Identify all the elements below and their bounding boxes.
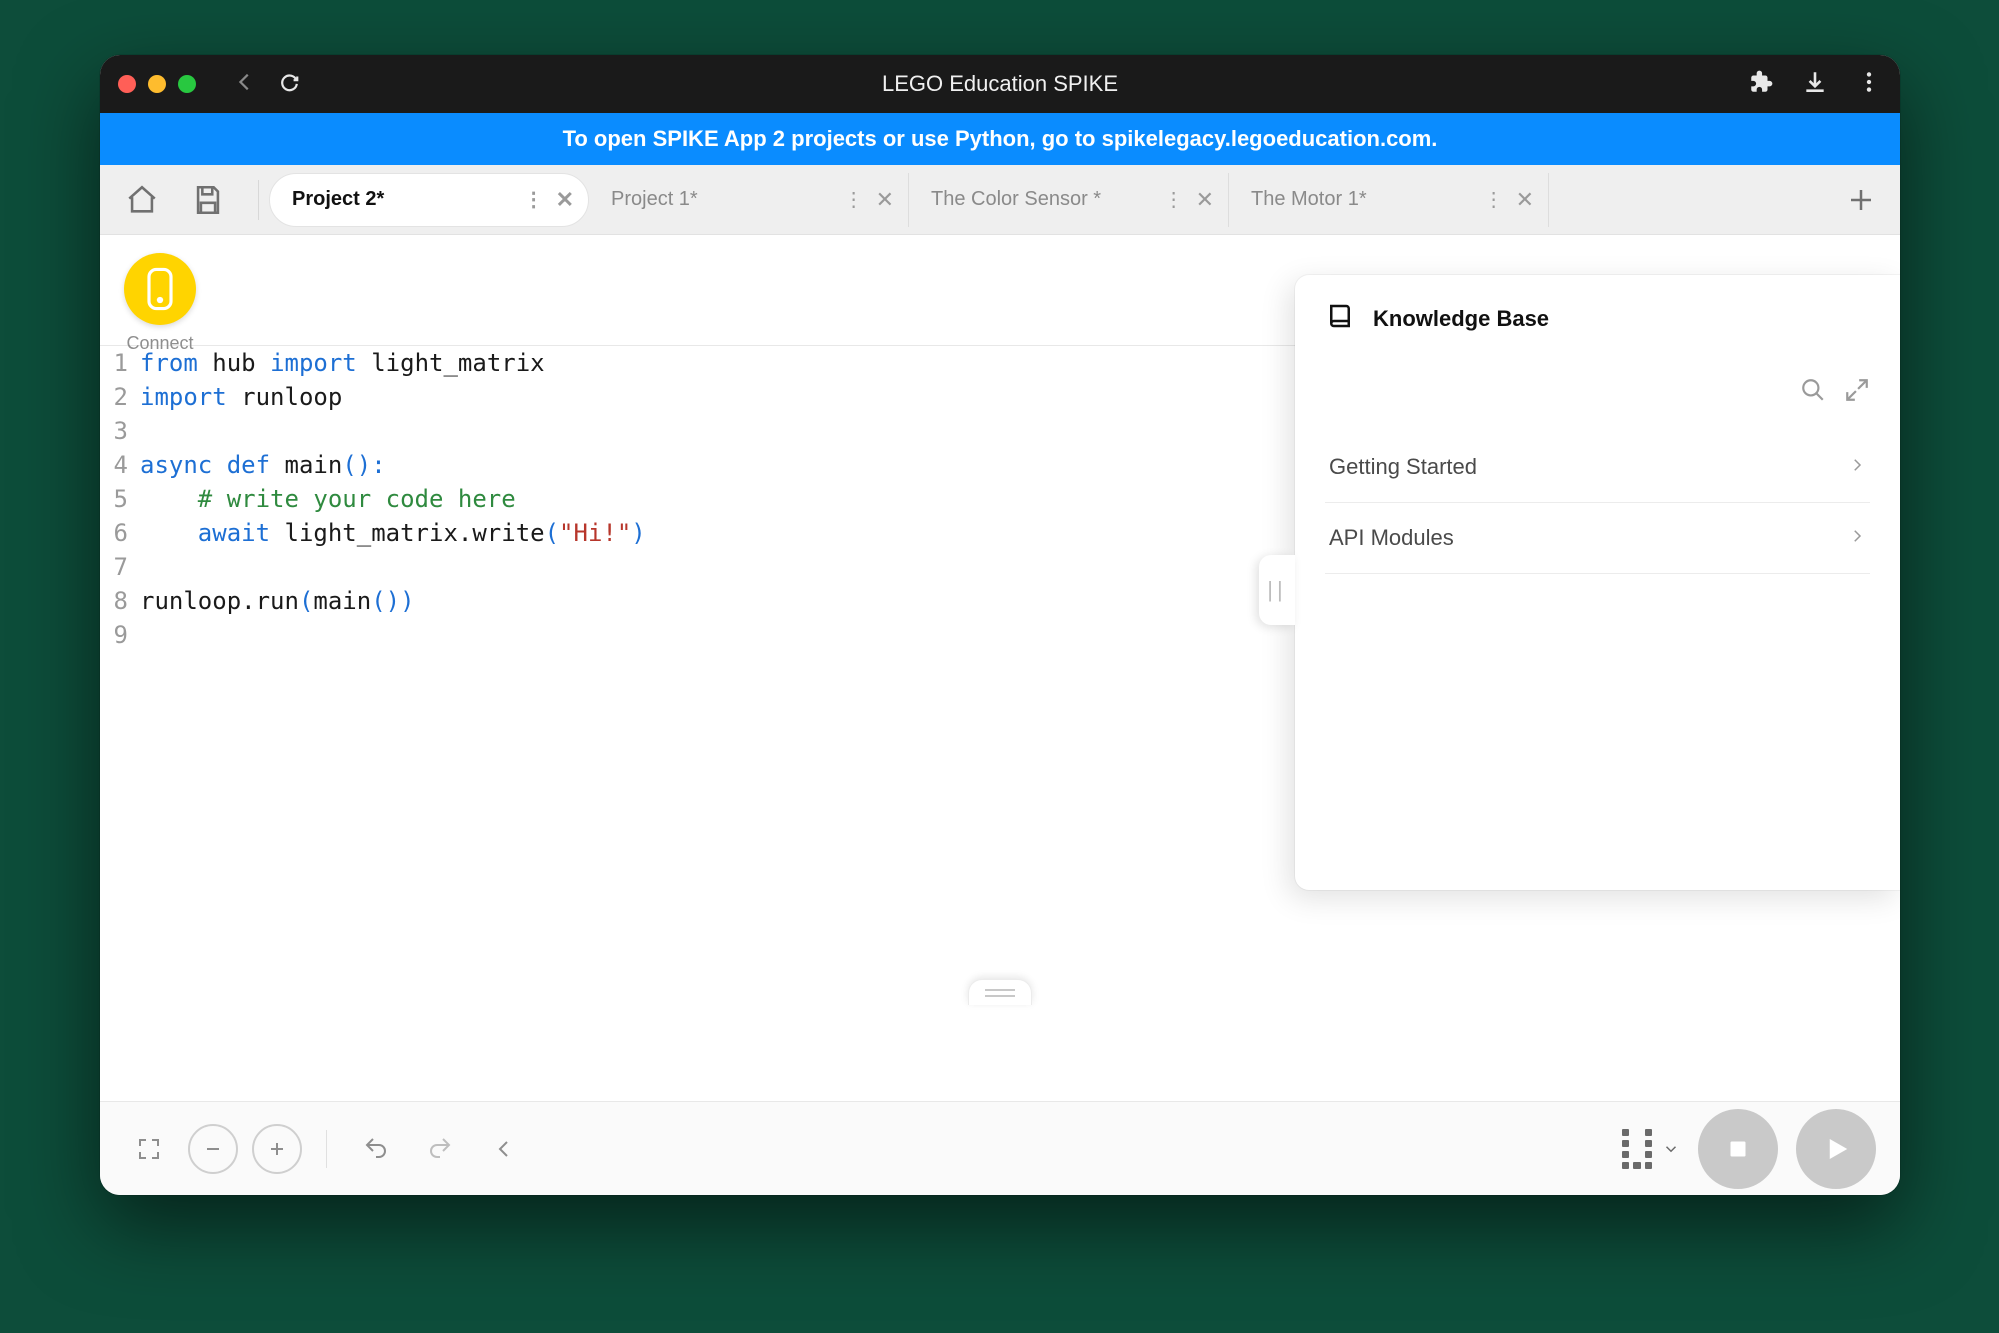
window-controls [118, 75, 196, 93]
kb-item-label: Getting Started [1329, 454, 1477, 480]
kb-item-1[interactable]: API Modules [1325, 503, 1870, 574]
fullscreen-button[interactable] [124, 1124, 174, 1174]
tab-close-icon[interactable]: ✕ [556, 187, 574, 213]
kb-item-label: API Modules [1329, 525, 1454, 551]
undo-button[interactable] [351, 1124, 401, 1174]
download-icon[interactable] [1802, 69, 1828, 100]
save-button[interactable] [182, 174, 234, 226]
titlebar: LEGO Education SPIKE [100, 55, 1900, 113]
line-number: 6 [100, 516, 140, 550]
line-number: 5 [100, 482, 140, 516]
tab-menu-icon[interactable]: ⋮ [1484, 187, 1506, 212]
tabbar: Project 2*⋮✕Project 1*⋮✕The Color Sensor… [100, 165, 1900, 235]
tab-2[interactable]: The Color Sensor * ⋮ ✕ [909, 173, 1229, 227]
chevron-right-icon [1848, 525, 1866, 551]
book-icon [1325, 301, 1355, 337]
line-number: 4 [100, 448, 140, 482]
maximize-window-button[interactable] [178, 75, 196, 93]
chevron-right-icon [1848, 454, 1866, 480]
zoom-in-button[interactable] [252, 1124, 302, 1174]
zoom-out-button[interactable] [188, 1124, 238, 1174]
code-content[interactable]: from hub import light_matrix [140, 346, 545, 380]
home-button[interactable] [116, 174, 168, 226]
line-number: 2 [100, 380, 140, 414]
code-content[interactable]: import runloop [140, 380, 342, 414]
divider [258, 180, 259, 220]
line-number: 7 [100, 550, 140, 584]
run-button[interactable] [1796, 1109, 1876, 1189]
connect-label: Connect [126, 333, 193, 354]
tab-label: Project 1* [611, 188, 698, 211]
tab-label: The Color Sensor * [931, 188, 1101, 211]
tab-menu-icon[interactable]: ⋮ [524, 187, 546, 212]
redo-button[interactable] [415, 1124, 465, 1174]
kb-expand-icon[interactable] [1844, 377, 1870, 408]
legacy-banner: To open SPIKE App 2 projects or use Pyth… [100, 113, 1900, 165]
tab-close-icon[interactable]: ✕ [876, 187, 894, 213]
panel-collapse-handle[interactable]: || [1259, 555, 1295, 625]
tab-menu-icon[interactable]: ⋮ [844, 187, 866, 212]
line-number: 8 [100, 584, 140, 618]
slot-icon [1622, 1129, 1652, 1169]
line-number: 3 [100, 414, 140, 448]
tab-label: Project 2* [292, 188, 384, 211]
workspace: Connect 1from hub import light_matrix2im… [100, 235, 1900, 1101]
app-title: LEGO Education SPIKE [100, 71, 1900, 97]
back-button[interactable] [234, 71, 256, 98]
kb-search-icon[interactable] [1800, 377, 1826, 408]
code-content[interactable]: # write your code here [140, 482, 516, 516]
kb-item-0[interactable]: Getting Started [1325, 432, 1870, 503]
console-drag-handle[interactable] [968, 979, 1032, 1005]
tab-1[interactable]: Project 1* ⋮ ✕ [589, 173, 909, 227]
code-content[interactable]: await light_matrix.write("Hi!") [140, 516, 646, 550]
reload-button[interactable] [278, 71, 300, 98]
stop-button[interactable] [1698, 1109, 1778, 1189]
tab-label: The Motor 1* [1251, 188, 1367, 211]
code-content[interactable]: runloop.run(main()) [140, 584, 415, 618]
line-number: 9 [100, 618, 140, 652]
kb-title: Knowledge Base [1373, 306, 1549, 332]
tab-close-icon[interactable]: ✕ [1516, 187, 1534, 213]
app-window: LEGO Education SPIKE To open SPIKE App 2… [100, 55, 1900, 1195]
more-menu-icon[interactable] [1856, 69, 1882, 100]
step-back-button[interactable] [479, 1124, 529, 1174]
code-content[interactable]: async def main(): [140, 448, 386, 482]
tab-menu-icon[interactable]: ⋮ [1164, 187, 1186, 212]
minimize-window-button[interactable] [148, 75, 166, 93]
close-window-button[interactable] [118, 75, 136, 93]
legacy-banner-text: To open SPIKE App 2 projects or use Pyth… [563, 126, 1438, 151]
tab-3[interactable]: The Motor 1* ⋮ ✕ [1229, 173, 1549, 227]
new-tab-button[interactable] [1838, 177, 1884, 223]
connect-hub-button[interactable] [124, 253, 196, 325]
divider [326, 1130, 327, 1168]
slot-select-button[interactable] [1622, 1129, 1680, 1169]
tab-close-icon[interactable]: ✕ [1196, 187, 1214, 213]
extensions-icon[interactable] [1748, 69, 1774, 100]
bottom-toolbar [100, 1101, 1900, 1195]
knowledge-base-panel: || Knowledge Base Getting StartedAPI Mod… [1295, 275, 1900, 890]
tab-0[interactable]: Project 2* ⋮ ✕ [269, 173, 589, 227]
